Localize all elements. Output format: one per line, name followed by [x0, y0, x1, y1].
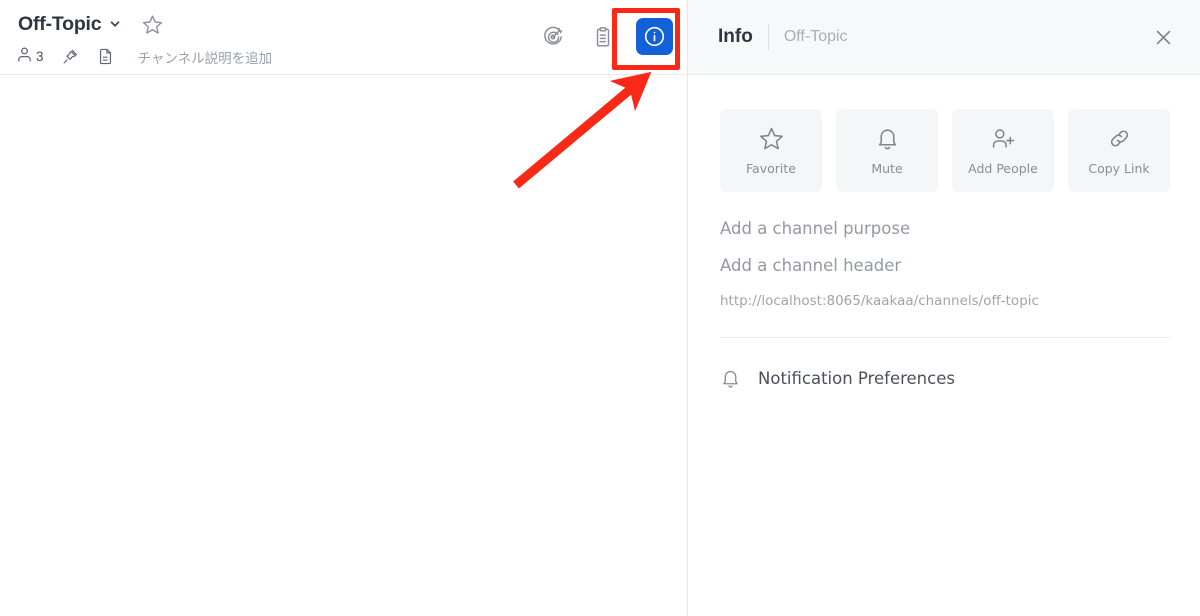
favorite-button-label: Favorite	[746, 161, 796, 176]
bell-icon	[875, 125, 900, 151]
channel-description-placeholder[interactable]: チャンネル説明を追加	[138, 47, 273, 67]
channel-info-panel: Info Off-Topic Favorite Mute Add People …	[688, 0, 1200, 616]
favorite-star-icon[interactable]	[142, 14, 163, 35]
info-panel-body: Favorite Mute Add People Copy Link Add a…	[688, 75, 1200, 616]
add-people-button-label: Add People	[968, 161, 1038, 176]
add-channel-purpose-link[interactable]: Add a channel purpose	[720, 219, 1170, 238]
info-panel-channel-name: Off-Topic	[783, 28, 848, 45]
message-list-area	[0, 75, 687, 616]
file-document-icon[interactable]	[97, 48, 114, 65]
info-panel-title: Info	[718, 26, 753, 47]
channel-header-actions	[536, 18, 673, 55]
member-count-button[interactable]: 3	[16, 46, 44, 68]
header-divider	[767, 24, 769, 50]
app-root: Off-Topic 3 チャンネル説明を追加 Info Off-Topic Fa…	[0, 0, 1200, 616]
channel-info-button[interactable]	[636, 18, 673, 55]
notification-preferences-label: Notification Preferences	[758, 369, 955, 388]
close-icon[interactable]	[1148, 22, 1178, 52]
quick-actions-grid: Favorite Mute Add People Copy Link	[720, 109, 1170, 192]
bell-icon	[720, 368, 741, 389]
pin-icon[interactable]	[62, 48, 79, 65]
channel-meta-block: Add a channel purpose Add a channel head…	[720, 219, 1170, 309]
info-panel-header: Info Off-Topic	[688, 0, 1200, 75]
favorite-button[interactable]: Favorite	[720, 109, 822, 192]
channel-name[interactable]: Off-Topic	[18, 13, 102, 36]
mute-button-label: Mute	[871, 161, 903, 176]
member-count-value: 3	[36, 49, 44, 64]
link-icon	[1107, 125, 1132, 151]
channel-header: Off-Topic 3 チャンネル説明を追加	[0, 0, 687, 75]
notification-preferences-row[interactable]: Notification Preferences	[720, 368, 1170, 389]
channel-goals-button[interactable]	[536, 20, 570, 54]
copy-link-button[interactable]: Copy Link	[1068, 109, 1170, 192]
mute-button[interactable]: Mute	[836, 109, 938, 192]
channel-pane: Off-Topic 3 チャンネル説明を追加	[0, 0, 688, 616]
add-people-button[interactable]: Add People	[952, 109, 1054, 192]
add-channel-header-link[interactable]: Add a channel header	[720, 256, 1170, 275]
star-outline-icon	[759, 125, 784, 151]
pinned-posts-button[interactable]	[586, 20, 620, 54]
channel-url: http://localhost:8065/kaakaa/channels/of…	[720, 293, 1039, 309]
copy-link-button-label: Copy Link	[1088, 161, 1150, 176]
person-icon	[16, 46, 33, 68]
person-add-icon	[991, 125, 1016, 151]
chevron-down-icon[interactable]	[108, 17, 122, 31]
section-divider	[720, 337, 1170, 338]
